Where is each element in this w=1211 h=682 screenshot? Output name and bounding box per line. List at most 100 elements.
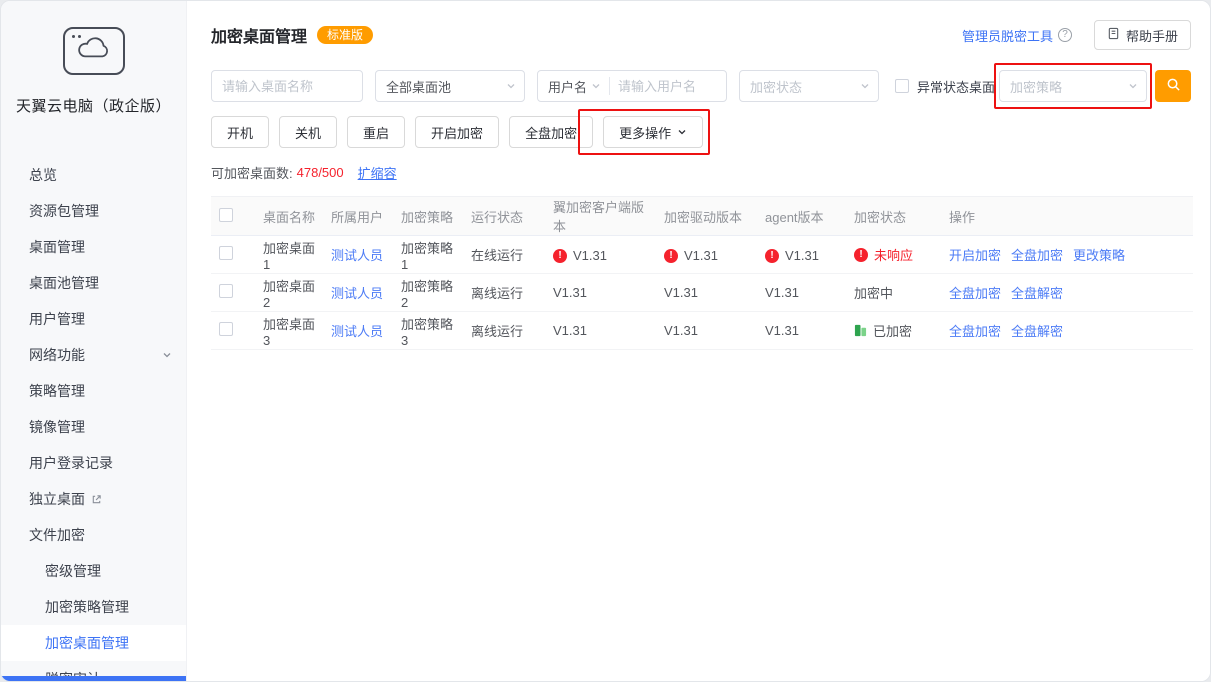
book-icon xyxy=(1107,27,1120,43)
policy-select[interactable]: 加密策略 xyxy=(999,70,1147,102)
row-checkbox[interactable] xyxy=(219,284,233,298)
pool-select-value: 全部桌面池 xyxy=(386,77,451,96)
more-actions-label: 更多操作 xyxy=(619,123,671,142)
version-text: V1.31 xyxy=(785,248,819,263)
admin-decrypt-tool-link[interactable]: 管理员脱密工具 ? xyxy=(962,26,1072,45)
row-checkbox[interactable] xyxy=(219,322,233,336)
cell-run-status: 离线运行 xyxy=(463,274,545,312)
sidebar-item-label: 镜像管理 xyxy=(29,417,85,437)
owner-user-link[interactable]: 测试人员 xyxy=(331,248,383,263)
sidebar-item-14[interactable]: 加密桌面管理 xyxy=(1,625,186,661)
power-off-button[interactable]: 关机 xyxy=(279,116,337,148)
column-header-5: 翼加密客户端版本 xyxy=(545,197,656,236)
sidebar-item-4[interactable]: 桌面池管理 xyxy=(1,265,186,301)
cell-actions: 开启加密全盘加密更改策略 xyxy=(941,236,1193,274)
user-type-select[interactable]: 用户名 xyxy=(538,71,609,101)
row-action-1[interactable]: 开启加密 xyxy=(949,248,1001,263)
cell-owner-user: 测试人员 xyxy=(323,312,393,350)
cell-driver-version: !V1.31 xyxy=(656,236,757,274)
user-filter-combo: 用户名 xyxy=(537,70,727,102)
scale-capacity-link[interactable]: 扩缩容 xyxy=(358,163,397,182)
desktop-name-input[interactable] xyxy=(211,70,363,102)
sidebar-item-9[interactable]: 用户登录记录 xyxy=(1,445,186,481)
table-header-row: 桌面名称所属用户加密策略运行状态翼加密客户端版本加密驱动版本agent版本加密状… xyxy=(211,197,1193,236)
search-icon xyxy=(1166,77,1181,95)
filter-bar: 全部桌面池 用户名 加密状态 xyxy=(187,70,1210,102)
exclamation-circle-icon: ! xyxy=(553,249,567,263)
logo-dot xyxy=(78,35,81,38)
sidebar-item-label: 桌面池管理 xyxy=(29,273,99,293)
sidebar-item-10[interactable]: 独立桌面 xyxy=(1,481,186,517)
sidebar-item-6[interactable]: 网络功能 xyxy=(1,337,186,373)
sidebar-item-1[interactable]: 总览 xyxy=(1,157,186,193)
abnormal-desktop-filter[interactable]: 异常状态桌面 xyxy=(895,77,995,96)
sidebar-item-2[interactable]: 资源包管理 xyxy=(1,193,186,229)
version-text: V1.31 xyxy=(664,285,698,300)
cell-agent-version: !V1.31 xyxy=(757,236,846,274)
row-checkbox[interactable] xyxy=(219,246,233,260)
cell-actions: 全盘加密全盘解密 xyxy=(941,274,1193,312)
cell-desktop-name: 加密桌面3 xyxy=(255,312,323,350)
more-actions-button[interactable]: 更多操作 xyxy=(603,116,703,148)
search-button[interactable] xyxy=(1155,70,1191,102)
sidebar-item-3[interactable]: 桌面管理 xyxy=(1,229,186,265)
cloud-icon xyxy=(76,35,112,68)
row-action-2[interactable]: 全盘解密 xyxy=(1011,324,1063,339)
version-text: V1.31 xyxy=(553,285,587,300)
chevron-down-icon xyxy=(162,350,172,360)
sidebar: 天翼云电脑（政企版） 总览资源包管理桌面管理桌面池管理用户管理网络功能策略管理镜… xyxy=(1,1,187,681)
question-circle-icon: ? xyxy=(1058,28,1072,42)
chevron-down-icon xyxy=(860,81,870,91)
cell-policy: 加密策略2 xyxy=(393,274,463,312)
power-on-button[interactable]: 开机 xyxy=(211,116,269,148)
row-action-3[interactable]: 更改策略 xyxy=(1073,248,1125,263)
column-header-9: 操作 xyxy=(941,197,1193,236)
row-action-2[interactable]: 全盘加密 xyxy=(1011,248,1063,263)
cell-desktop-name: 加密桌面2 xyxy=(255,274,323,312)
pool-select[interactable]: 全部桌面池 xyxy=(375,70,525,102)
row-action-2[interactable]: 全盘解密 xyxy=(1011,286,1063,301)
row-action-1[interactable]: 全盘加密 xyxy=(949,324,1001,339)
sidebar-item-8[interactable]: 镜像管理 xyxy=(1,409,186,445)
main-content: 加密桌面管理 标准版 管理员脱密工具 ? 帮助手册 全部桌面池 xyxy=(187,1,1210,681)
header-right: 管理员脱密工具 ? 帮助手册 xyxy=(962,20,1191,50)
user-type-value: 用户名 xyxy=(548,77,587,96)
quota-info: 可加密桌面数: 478/500 扩缩容 xyxy=(187,163,1210,182)
restart-button[interactable]: 重启 xyxy=(347,116,405,148)
encrypt-status-select[interactable]: 加密状态 xyxy=(739,70,879,102)
admin-decrypt-tool-label: 管理员脱密工具 xyxy=(962,26,1053,45)
edition-badge: 标准版 xyxy=(317,26,373,44)
help-manual-button[interactable]: 帮助手册 xyxy=(1094,20,1191,50)
version-text: V1.31 xyxy=(765,285,799,300)
owner-user-link[interactable]: 测试人员 xyxy=(331,324,383,339)
sidebar-item-11[interactable]: 文件加密 xyxy=(1,517,186,553)
table-row: 加密桌面3测试人员加密策略3离线运行V1.31V1.31V1.31已加密全盘加密… xyxy=(211,312,1193,350)
chevron-down-icon xyxy=(1128,81,1138,91)
cell-driver-version: V1.31 xyxy=(656,312,757,350)
column-header-4: 运行状态 xyxy=(463,197,545,236)
sidebar-item-13[interactable]: 加密策略管理 xyxy=(1,589,186,625)
owner-user-link[interactable]: 测试人员 xyxy=(331,286,383,301)
sidebar-item-7[interactable]: 策略管理 xyxy=(1,373,186,409)
column-header-8: 加密状态 xyxy=(846,197,941,236)
full-disk-encrypt-button[interactable]: 全盘加密 xyxy=(509,116,593,148)
app-window: 天翼云电脑（政企版） 总览资源包管理桌面管理桌面池管理用户管理网络功能策略管理镜… xyxy=(0,0,1211,682)
column-header-2: 所属用户 xyxy=(323,197,393,236)
status-text: 已加密 xyxy=(873,321,912,340)
username-input[interactable] xyxy=(610,79,726,94)
sidebar-item-label: 桌面管理 xyxy=(29,237,85,257)
abnormal-desktop-checkbox[interactable] xyxy=(895,79,909,93)
sidebar-item-12[interactable]: 密级管理 xyxy=(1,553,186,589)
row-action-1[interactable]: 全盘加密 xyxy=(949,286,1001,301)
sidebar-item-label: 策略管理 xyxy=(29,381,85,401)
column-header-3: 加密策略 xyxy=(393,197,463,236)
table-row: 加密桌面2测试人员加密策略2离线运行V1.31V1.31V1.31加密中全盘加密… xyxy=(211,274,1193,312)
sidebar-item-5[interactable]: 用户管理 xyxy=(1,301,186,337)
sidebar-bottom-bar xyxy=(1,676,186,681)
sidebar-menu: 总览资源包管理桌面管理桌面池管理用户管理网络功能策略管理镜像管理用户登录记录独立… xyxy=(1,157,186,682)
enable-encrypt-button[interactable]: 开启加密 xyxy=(415,116,499,148)
cell-policy: 加密策略3 xyxy=(393,312,463,350)
select-all-checkbox[interactable] xyxy=(219,208,233,222)
chevron-down-icon xyxy=(591,81,601,91)
cell-agent-version: V1.31 xyxy=(757,274,846,312)
